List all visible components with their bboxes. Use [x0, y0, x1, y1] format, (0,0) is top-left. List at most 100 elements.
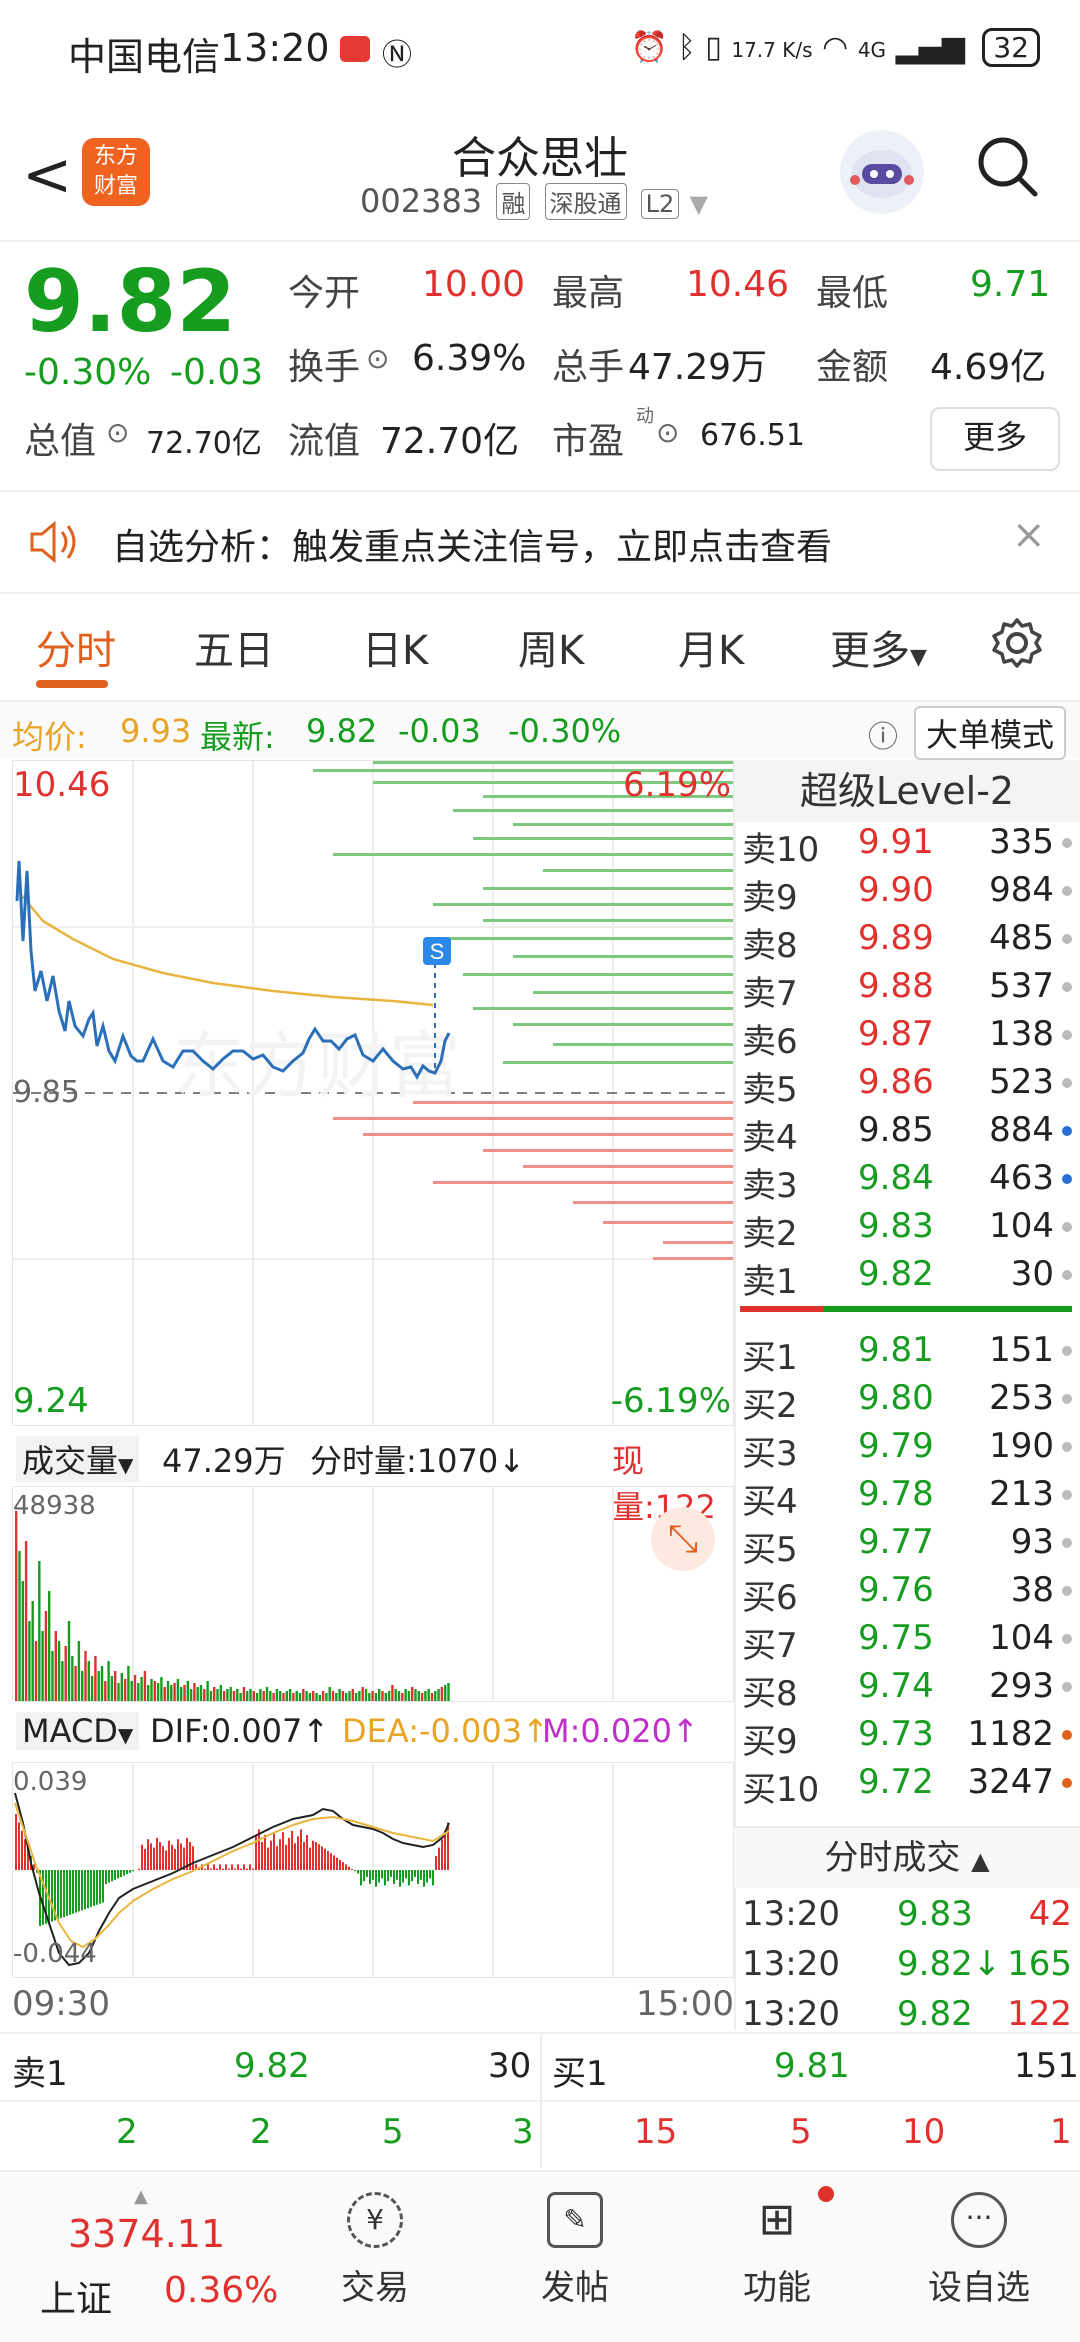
signal-icon: ▂▄▆: [895, 30, 965, 65]
tag-connect: 深股通: [544, 183, 627, 220]
tab-intraday[interactable]: 分时: [36, 618, 116, 676]
index-ticker[interactable]: ▲ 3374.11 上证 0.36%: [30, 2186, 290, 2322]
ask-row[interactable]: 卖4 9.85 884: [742, 1110, 1072, 1158]
bid-row[interactable]: 买4 9.78 213: [742, 1474, 1072, 1522]
volume-selector[interactable]: 成交量▼: [16, 1436, 140, 1482]
big-order-mode-button[interactable]: 大单模式: [914, 706, 1067, 760]
volume-bar: [173, 1683, 176, 1701]
volume-bar: [242, 1687, 246, 1701]
volume-bar: [64, 1646, 67, 1701]
bid-row[interactable]: 买1 9.81 151: [742, 1330, 1072, 1378]
macd-bar: [375, 1870, 377, 1887]
macd-selector[interactable]: MACD▼: [16, 1712, 140, 1750]
active-tab-indicator: [36, 680, 108, 688]
clock: 13:20: [220, 26, 330, 70]
sell1-volume: 30: [488, 2046, 532, 2086]
macd-bar: [150, 1843, 152, 1870]
ask-level: 卖7: [742, 974, 798, 1014]
bid-row[interactable]: 买9 9.73 1182: [742, 1714, 1072, 1762]
macd-bar: [231, 1864, 233, 1870]
volume-bar: [394, 1689, 397, 1701]
volume-bar: [104, 1681, 107, 1701]
macd-max: 0.039: [13, 1767, 88, 1797]
analysis-banner[interactable]: 自选分析：触发重点关注信号，立即点击查看 ×: [0, 490, 1080, 594]
volume-chart[interactable]: 48938 ⤡: [12, 1486, 734, 1702]
ask-row[interactable]: 卖8 9.89 485: [742, 918, 1072, 966]
bid-price: 9.73: [858, 1714, 934, 1754]
info-icon[interactable]: ⊙: [366, 342, 389, 375]
huawei-icon: [340, 36, 370, 62]
bid-row[interactable]: 买3 9.79 190: [742, 1426, 1072, 1474]
volume-bar: [335, 1693, 338, 1701]
bid-row[interactable]: 买7 9.75 104: [742, 1618, 1072, 1666]
ask-volume: 104: [989, 1206, 1054, 1246]
macd-bar: [15, 1814, 17, 1870]
macd-bar: [303, 1842, 305, 1870]
tab-more[interactable]: 更多▼: [830, 618, 927, 676]
bid-row[interactable]: 买8 9.74 293: [742, 1666, 1072, 1714]
nav-watchlist[interactable]: ··· 设自选: [904, 2192, 1054, 2309]
bluetooth-icon: ᛒ: [677, 30, 696, 65]
tab-daily[interactable]: 日K: [362, 618, 428, 676]
status-dot: [1062, 1442, 1072, 1452]
more-button[interactable]: 更多: [930, 407, 1060, 471]
status-dot: [1062, 1682, 1072, 1692]
chart-low-pct: -6.19%: [610, 1381, 731, 1421]
nav-functions[interactable]: ⊞ 功能: [702, 2186, 852, 2309]
nav-trade[interactable]: ¥ 交易: [300, 2192, 450, 2309]
price-summary-bar: 均价: 9.93 最新: 9.82 -0.03 -0.30% ⓘ 大单模式: [0, 700, 1080, 760]
buy-split-3: 10: [902, 2112, 946, 2152]
buy1-label: 买1: [552, 2054, 608, 2094]
expand-icon[interactable]: ⤡: [651, 1507, 715, 1571]
macd-bar: [417, 1870, 419, 1884]
bid-row[interactable]: 买2 9.80 253: [742, 1378, 1072, 1426]
bid-row[interactable]: 买5 9.77 93: [742, 1522, 1072, 1570]
search-icon[interactable]: [975, 134, 1038, 197]
level2-title[interactable]: 超级Level-2: [734, 760, 1080, 822]
bid-level: 买1: [742, 1338, 798, 1378]
macd-bar: [72, 1870, 74, 1914]
assistant-robot-icon[interactable]: [840, 130, 924, 214]
info-icon[interactable]: ⊙: [106, 416, 129, 449]
status-dot: [1062, 886, 1072, 896]
ask-level: 卖9: [742, 878, 798, 918]
trade-price: 9.83: [897, 1894, 973, 1934]
volume-bar: [440, 1687, 444, 1701]
bid-row[interactable]: 买6 9.76 38: [742, 1570, 1072, 1618]
chevron-down-icon[interactable]: ▼: [689, 190, 707, 218]
intraday-chart[interactable]: 东方财富 S 10.46 6.19% 9.85 9.24 -6.19%: [12, 760, 734, 1426]
ask-row[interactable]: 卖3 9.84 463: [742, 1158, 1072, 1206]
bid-row[interactable]: 买10 9.72 3247: [742, 1762, 1072, 1810]
info-icon[interactable]: ⊙: [656, 416, 679, 449]
ask-row[interactable]: 卖2 9.83 104: [742, 1206, 1072, 1254]
tab-5day[interactable]: 五日: [194, 618, 274, 676]
trades-title[interactable]: 分时成交 ▲: [734, 1826, 1080, 1888]
bid-price: 9.79: [858, 1426, 934, 1466]
ask-row[interactable]: 卖1 9.82 30: [742, 1254, 1072, 1302]
quote-panel: 9.82 -0.30% -0.03 今开 10.00 最高 10.46 最低 9…: [0, 242, 1080, 487]
volume-bar: [57, 1641, 61, 1701]
ask-row[interactable]: 卖9 9.90 984: [742, 870, 1072, 918]
ask-row[interactable]: 卖5 9.86 523: [742, 1062, 1072, 1110]
volume-bar: [318, 1695, 321, 1701]
volume-bar: [61, 1661, 64, 1701]
gear-icon[interactable]: [990, 616, 1044, 674]
status-dot: [1062, 1222, 1072, 1232]
macd-chart[interactable]: 0.039 -0.044: [12, 1762, 734, 1978]
current-price: 9.82: [24, 252, 237, 352]
ask-row[interactable]: 卖6 9.87 138: [742, 1014, 1072, 1062]
signal-label: 4G: [857, 38, 887, 62]
volume-bar: [137, 1683, 140, 1701]
index-name: 上证: [40, 2279, 113, 2320]
macd-bar: [162, 1846, 164, 1870]
volume-bar: [133, 1675, 137, 1701]
bid-level: 买2: [742, 1386, 798, 1426]
tab-weekly[interactable]: 周K: [518, 618, 584, 676]
macd-bar: [315, 1842, 317, 1870]
ask-row[interactable]: 卖10 9.91 335: [742, 822, 1072, 870]
close-icon[interactable]: ×: [1012, 512, 1046, 558]
nav-post[interactable]: ✎ 发帖: [500, 2192, 650, 2309]
tab-monthly[interactable]: 月K: [678, 618, 744, 676]
ask-row[interactable]: 卖7 9.88 537: [742, 966, 1072, 1014]
help-icon[interactable]: ⓘ: [868, 712, 898, 756]
